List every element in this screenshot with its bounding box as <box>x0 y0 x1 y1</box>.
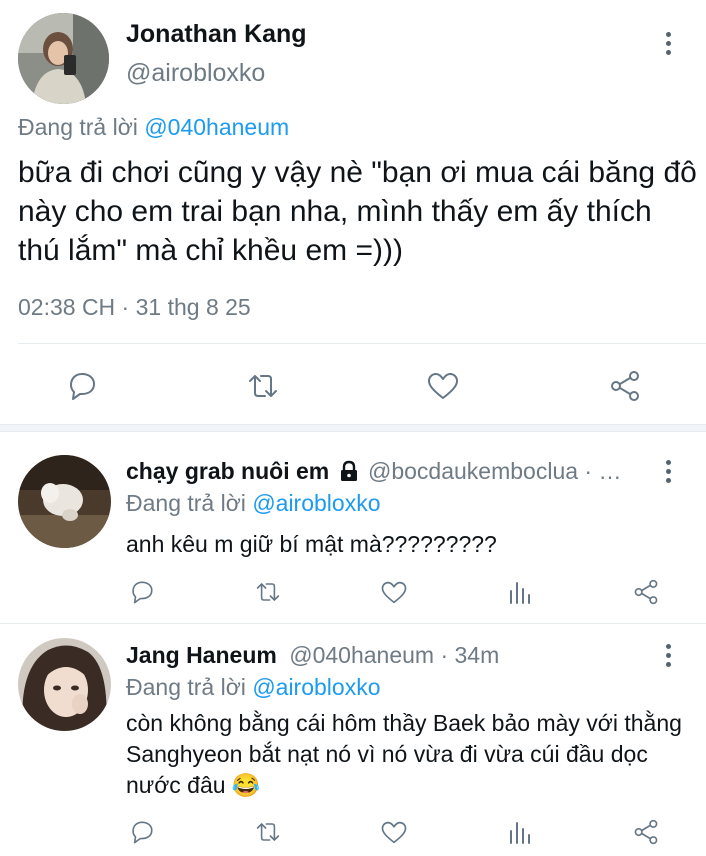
avatar-photo <box>18 13 109 104</box>
reply1-text: anh kêu m giữ bí mật mà????????? <box>126 531 497 557</box>
reply2-share-button[interactable] <box>626 812 666 852</box>
more-icon <box>665 31 671 37</box>
retweet-icon <box>249 375 277 397</box>
avatar-photo <box>18 638 111 731</box>
main-retweet-button[interactable] <box>243 366 283 406</box>
replying-to-link[interactable]: @040haneum <box>144 114 289 140</box>
lock-icon <box>340 460 357 481</box>
analytics-icon <box>510 822 530 844</box>
reply1-like-button[interactable] <box>374 572 414 612</box>
reply1-reply-button[interactable] <box>122 572 162 612</box>
reply1-more-button[interactable] <box>658 456 678 486</box>
like-icon <box>428 373 458 399</box>
replying-label: Đang trả lời <box>126 490 246 516</box>
main-replying-line: Đang trả lời @040haneum <box>18 114 289 141</box>
reply2-text: còn không bằng cái hôm thầy Baek bảo mày… <box>126 710 682 798</box>
like-icon <box>381 581 407 603</box>
main-author-handle[interactable]: @airobloxko <box>126 59 265 88</box>
reply2-analytics-button[interactable] <box>500 812 540 852</box>
reply1-share-button[interactable] <box>626 572 666 612</box>
reply-icon <box>132 581 153 604</box>
reply-icon <box>132 821 153 844</box>
main-author-avatar[interactable] <box>18 13 109 104</box>
reply1-header: chạy grab nuôi em @bocdaukemboclua · … <box>126 458 621 485</box>
share-icon <box>634 819 658 845</box>
reply-icon <box>70 373 95 400</box>
reply1-author-avatar[interactable] <box>18 455 111 548</box>
reply1-analytics-button[interactable] <box>500 572 540 612</box>
section-divider <box>0 424 706 432</box>
reply1-author-name[interactable]: chạy grab nuôi em <box>126 458 329 484</box>
main-tweet-text: bữa đi chơi cũng y vậy nè "bạn ơi mua cá… <box>18 156 697 267</box>
retweet-icon <box>256 583 280 601</box>
reply1-replying-line: Đang trả lời @airobloxko <box>126 490 381 517</box>
reply2-author-name[interactable]: Jang Haneum <box>126 642 277 668</box>
more-icon <box>665 459 671 465</box>
analytics-icon <box>510 582 530 604</box>
reply2-reply-button[interactable] <box>122 812 162 852</box>
share-icon <box>634 579 658 605</box>
like-icon <box>381 821 407 843</box>
replying-to-link[interactable]: @airobloxko <box>252 490 380 516</box>
divider <box>0 623 706 624</box>
more-icon <box>665 643 671 649</box>
share-icon <box>611 371 639 401</box>
main-share-button[interactable] <box>605 366 645 406</box>
reply2-replying-line: Đang trả lời @airobloxko <box>126 674 381 701</box>
reply2-handle-time[interactable]: @040haneum · 34m <box>289 642 499 668</box>
divider <box>18 343 706 344</box>
main-timestamp[interactable]: 02:38 CH · 31 thg 8 25 <box>18 294 251 321</box>
reply2-author-avatar[interactable] <box>18 638 111 731</box>
main-author-name[interactable]: Jonathan Kang <box>126 20 307 49</box>
reply2-more-button[interactable] <box>658 640 678 670</box>
reply2-retweet-button[interactable] <box>248 812 288 852</box>
reply2-header: Jang Haneum @040haneum · 34m <box>126 642 499 669</box>
main-like-button[interactable] <box>423 366 463 406</box>
replying-label: Đang trả lời <box>126 674 246 700</box>
main-more-button[interactable] <box>658 28 678 58</box>
reply2-like-button[interactable] <box>374 812 414 852</box>
retweet-icon <box>256 823 280 841</box>
main-reply-button[interactable] <box>62 366 102 406</box>
avatar-photo <box>18 455 111 548</box>
reply1-handle-time[interactable]: @bocdaukemboclua · … <box>368 458 621 484</box>
replying-to-link[interactable]: @airobloxko <box>252 674 380 700</box>
reply1-retweet-button[interactable] <box>248 572 288 612</box>
replying-label: Đang trả lời <box>18 114 138 140</box>
